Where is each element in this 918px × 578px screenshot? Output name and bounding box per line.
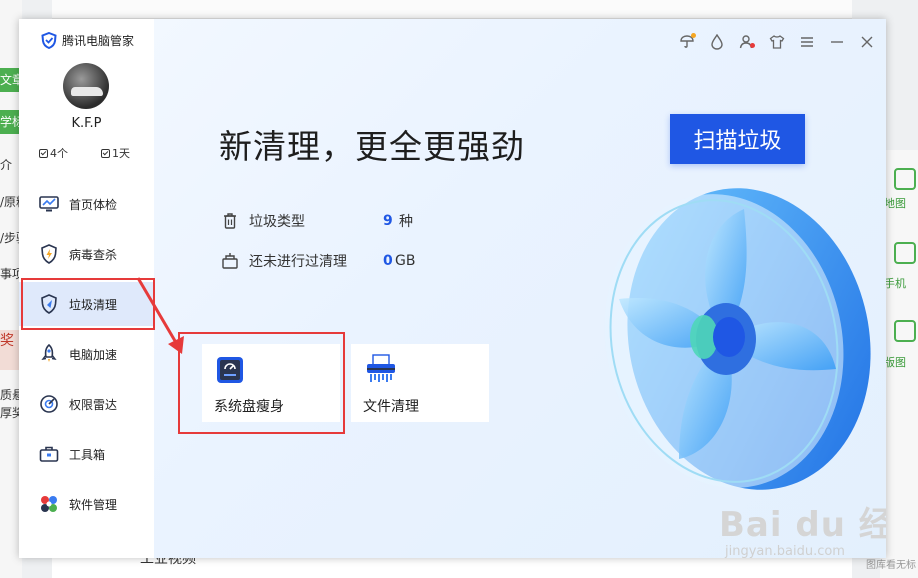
nav-item-home-check[interactable]: 首页体检 bbox=[19, 182, 154, 226]
uncleaned-label: 还未进行过清理 bbox=[249, 254, 347, 270]
minimize-icon[interactable] bbox=[826, 31, 848, 53]
trash-can-icon bbox=[221, 212, 239, 230]
fan-illustration bbox=[604, 188, 871, 490]
check-icon bbox=[101, 148, 110, 158]
umbrella-icon[interactable] bbox=[676, 31, 698, 53]
background-page-header bbox=[52, 0, 852, 19]
tool-system-disk-slim[interactable]: 系统盘瘦身 bbox=[202, 344, 340, 422]
nav-item-virus-scan[interactable]: 病毒查杀 bbox=[19, 232, 154, 276]
nav-label: 权限雷达 bbox=[69, 397, 118, 412]
close-icon[interactable] bbox=[856, 31, 878, 53]
radar-icon bbox=[38, 393, 60, 415]
nav-item-software-manage[interactable]: 软件管理 bbox=[19, 482, 154, 526]
stat-count: 4个 bbox=[39, 145, 68, 161]
app-brand: 腾讯电脑管家 bbox=[41, 32, 134, 49]
watermark: Bai du 经验 jingyan.baidu.com bbox=[719, 497, 886, 558]
username: K.F.P bbox=[71, 116, 102, 131]
scan-junk-button[interactable]: 扫描垃圾 bbox=[670, 114, 805, 164]
notification-dot bbox=[691, 33, 696, 38]
alert-dot bbox=[750, 43, 755, 48]
menu-icon[interactable] bbox=[796, 31, 818, 53]
monitor-icon bbox=[38, 193, 60, 215]
background-red-text: 奖 bbox=[0, 333, 14, 349]
watermark-logo: Bai du 经验 bbox=[719, 505, 886, 545]
broom-shield-icon bbox=[38, 293, 60, 315]
drop-icon[interactable] bbox=[706, 31, 728, 53]
tencent-shield-logo-icon bbox=[41, 32, 57, 49]
stat-days-value: 1天 bbox=[112, 147, 130, 160]
shirt-icon[interactable] bbox=[766, 31, 788, 53]
file-shredder-icon bbox=[365, 354, 395, 382]
background-plus-icon bbox=[894, 320, 916, 342]
background-right-label: 版图 bbox=[884, 356, 906, 369]
avatar[interactable] bbox=[63, 63, 109, 109]
user-alert-icon[interactable] bbox=[736, 31, 758, 53]
shield-bolt-icon bbox=[38, 243, 60, 265]
junk-types-row: 垃圾类型 9 种 bbox=[221, 210, 413, 232]
background-right-label: 地图 bbox=[884, 197, 906, 210]
sidebar: 腾讯电脑管家 K.F.P 4个 1天 首页体检 病毒查杀 垃圾清理 电脑加速 权… bbox=[19, 19, 154, 558]
pc-manager-window: 腾讯电脑管家 K.F.P 4个 1天 首页体检 病毒查杀 垃圾清理 电脑加速 权… bbox=[19, 19, 886, 558]
page-headline: 新清理，更全更强劲 bbox=[219, 127, 525, 166]
stat-count-value: 4个 bbox=[50, 147, 68, 160]
rocket-icon bbox=[38, 343, 60, 365]
software-icon bbox=[38, 493, 60, 515]
nav-label: 电脑加速 bbox=[69, 347, 118, 362]
nav-label: 垃圾清理 bbox=[69, 297, 118, 312]
window-controls bbox=[676, 31, 878, 53]
nav-item-permission-radar[interactable]: 权限雷达 bbox=[19, 382, 154, 426]
background-plus-icon bbox=[894, 168, 916, 190]
nav-label: 工具箱 bbox=[69, 447, 106, 462]
nav-item-junk-clean[interactable]: 垃圾清理 bbox=[19, 282, 154, 326]
nav-label: 首页体检 bbox=[69, 197, 118, 212]
stat-days: 1天 bbox=[101, 145, 130, 161]
junk-types-label: 垃圾类型 bbox=[249, 214, 305, 230]
watermark-url: jingyan.baidu.com bbox=[725, 544, 845, 558]
uncleaned-value: 0 bbox=[383, 253, 393, 269]
nav-item-speed-up[interactable]: 电脑加速 bbox=[19, 332, 154, 376]
tool-label: 文件清理 bbox=[363, 399, 419, 415]
junk-types-value: 9 bbox=[383, 213, 393, 229]
background-right-label: 手机 bbox=[884, 277, 906, 290]
check-icon bbox=[39, 148, 48, 158]
nav-item-toolbox[interactable]: 工具箱 bbox=[19, 432, 154, 476]
background-plus-icon bbox=[894, 242, 916, 264]
uncleaned-row: 还未进行过清理 0 GB bbox=[221, 250, 415, 272]
app-name: 腾讯电脑管家 bbox=[62, 34, 135, 48]
tool-file-clean[interactable]: 文件清理 bbox=[351, 344, 489, 422]
nav-label: 病毒查杀 bbox=[69, 247, 118, 262]
clean-box-icon bbox=[221, 252, 239, 270]
uncleaned-unit: GB bbox=[395, 253, 416, 269]
background-bottom-right-text: 图库看无标 bbox=[866, 560, 916, 571]
avatar-car-image bbox=[71, 87, 103, 96]
toolbox-icon bbox=[38, 443, 60, 465]
disk-slim-icon bbox=[216, 356, 244, 384]
nav-label: 软件管理 bbox=[69, 497, 118, 512]
tool-label: 系统盘瘦身 bbox=[214, 399, 284, 415]
junk-types-unit: 种 bbox=[399, 214, 413, 230]
